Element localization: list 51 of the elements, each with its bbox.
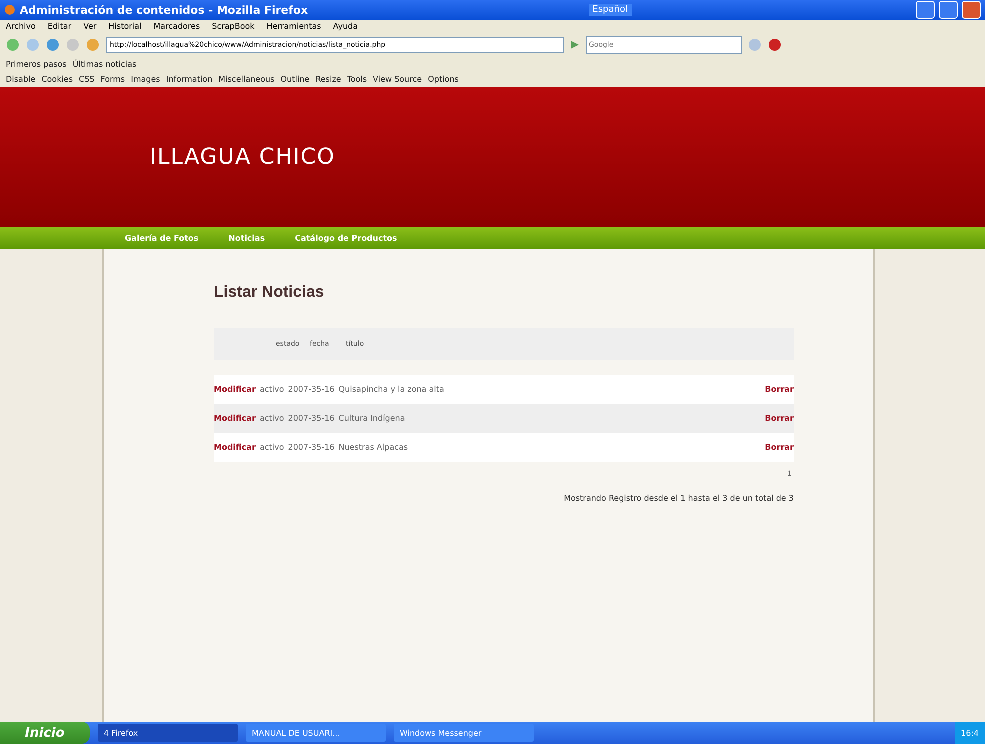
status-cell: activo [260, 414, 284, 423]
toolbar-menu[interactable]: Options [428, 75, 459, 84]
menu-item[interactable]: ScrapBook [212, 22, 255, 31]
menu-item[interactable]: Editar [48, 22, 72, 31]
status-cell: activo [260, 385, 284, 394]
title-cell: Quisapincha y la zona alta [338, 385, 444, 394]
title-cell: Nuestras Alpacas [338, 443, 408, 452]
menu-item[interactable]: Archivo [6, 22, 36, 31]
title-cell: Cultura Indígena [338, 414, 406, 423]
edit-link[interactable]: Modificar [214, 414, 256, 423]
toolbar-menu[interactable]: Cookies [42, 75, 74, 84]
date-cell: 2007-35-16 [288, 385, 335, 394]
menu-item[interactable]: Marcadores [154, 22, 200, 31]
toolbar-menu[interactable]: Information [166, 75, 213, 84]
toolbar-menu[interactable]: Forms [100, 75, 126, 84]
toolbar-menu[interactable]: Tools [347, 75, 368, 84]
toolbar-menu[interactable]: Images [131, 75, 160, 84]
edit-link[interactable]: Modificar [214, 385, 256, 394]
toolbar-menu[interactable]: Disable [6, 75, 36, 84]
menu-item[interactable]: Ver [84, 22, 97, 31]
close-button[interactable] [962, 1, 981, 19]
bookmark[interactable]: Últimas noticias [72, 60, 137, 69]
toolbar-menu[interactable]: View Source [373, 75, 422, 84]
page-heading: Listar Noticias [214, 284, 326, 302]
language-indicator[interactable]: Español [588, 4, 632, 16]
date-cell: 2007-35-16 [288, 443, 335, 452]
go-icon[interactable] [570, 40, 580, 50]
toolbar-menu[interactable]: Outline [280, 75, 310, 84]
window-title: Administración de contenidos - Mozilla Firefox [20, 4, 310, 16]
menu-item[interactable]: Ayuda [333, 22, 358, 31]
menu-item[interactable]: Historial [108, 22, 142, 31]
menu-item[interactable]: Herramientas [266, 22, 322, 31]
taskbar-button[interactable]: MANUAL DE USUARI... [246, 724, 386, 742]
edit-link[interactable]: Modificar [214, 443, 256, 452]
taskbar-button[interactable]: 4 Firefox [98, 724, 238, 742]
minimize-button[interactable] [916, 1, 935, 19]
site-title: ILLAGUA CHICO [150, 144, 336, 170]
maximize-button[interactable] [939, 1, 958, 19]
delete-link[interactable]: Borrar [765, 385, 794, 394]
start-button[interactable]: Inicio [0, 722, 90, 744]
date-cell: 2007-35-16 [288, 414, 335, 423]
record-summary: Mostrando Registro desde el 1 hasta el 3 de un total de 3 [564, 494, 794, 503]
taskbar-button[interactable]: Windows Messenger [394, 724, 534, 742]
clock: 16:4 [961, 728, 979, 738]
toolbar-menu[interactable]: Miscellaneous [218, 75, 275, 84]
status-cell: activo [260, 443, 284, 452]
toolbar-menu[interactable]: CSS [79, 75, 95, 84]
delete-link[interactable]: Borrar [765, 414, 794, 423]
toolbar-menu[interactable]: Resize [316, 75, 342, 84]
bookmark[interactable]: Primeros pasos [6, 60, 67, 69]
delete-link[interactable]: Borrar [765, 443, 794, 452]
